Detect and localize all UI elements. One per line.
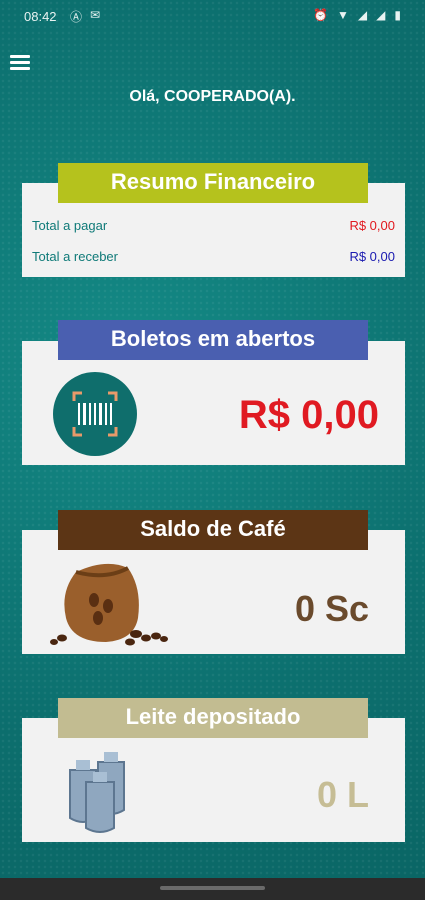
total-to-pay-row: Total a pagar R$ 0,00 bbox=[32, 218, 395, 233]
coffee-balance-title: Saldo de Café bbox=[58, 510, 368, 550]
coffee-sack-icon bbox=[50, 563, 168, 646]
milk-cans-icon bbox=[69, 752, 125, 833]
signal-2-icon: ◢ bbox=[376, 8, 386, 22]
total-to-pay-value: R$ 0,00 bbox=[349, 218, 395, 233]
alarm-icon: ⏰ bbox=[313, 8, 329, 22]
battery-icon: ▮ bbox=[394, 8, 401, 22]
mail-notification-icon: ✉ bbox=[90, 8, 101, 22]
status-bar: 08:42 Ⓐ ✉ ⏰ ▼ ◢ ◢ ▮ bbox=[0, 0, 425, 34]
clock: 08:42 bbox=[24, 9, 57, 24]
app-notification-icon: Ⓐ bbox=[70, 10, 83, 24]
financial-summary-title: Resumo Financeiro bbox=[58, 163, 368, 203]
total-to-pay-label: Total a pagar bbox=[32, 218, 108, 233]
greeting: Olá, COOPERADO(A). bbox=[129, 88, 296, 105]
coffee-balance-value: 0 Sc bbox=[294, 588, 369, 629]
total-to-receive-row: Total a receber R$ 0,00 bbox=[32, 249, 395, 264]
total-to-receive-label: Total a receber bbox=[32, 249, 118, 264]
signal-icon: ◢ bbox=[357, 8, 368, 22]
milk-deposited-value: 0 L bbox=[316, 774, 369, 815]
milk-deposited-title: Leite depositado bbox=[58, 698, 368, 738]
wifi-icon: ▼ bbox=[337, 8, 349, 22]
open-bills-title: Boletos em abertos bbox=[58, 320, 368, 360]
barcode-scan-icon bbox=[53, 372, 137, 456]
home-gesture-bar[interactable] bbox=[160, 886, 265, 890]
hamburger-menu-icon[interactable] bbox=[10, 55, 30, 71]
open-bills-value: R$ 0,00 bbox=[238, 393, 379, 437]
total-to-receive-value: R$ 0,00 bbox=[349, 249, 395, 264]
system-navigation-bar bbox=[0, 878, 425, 900]
